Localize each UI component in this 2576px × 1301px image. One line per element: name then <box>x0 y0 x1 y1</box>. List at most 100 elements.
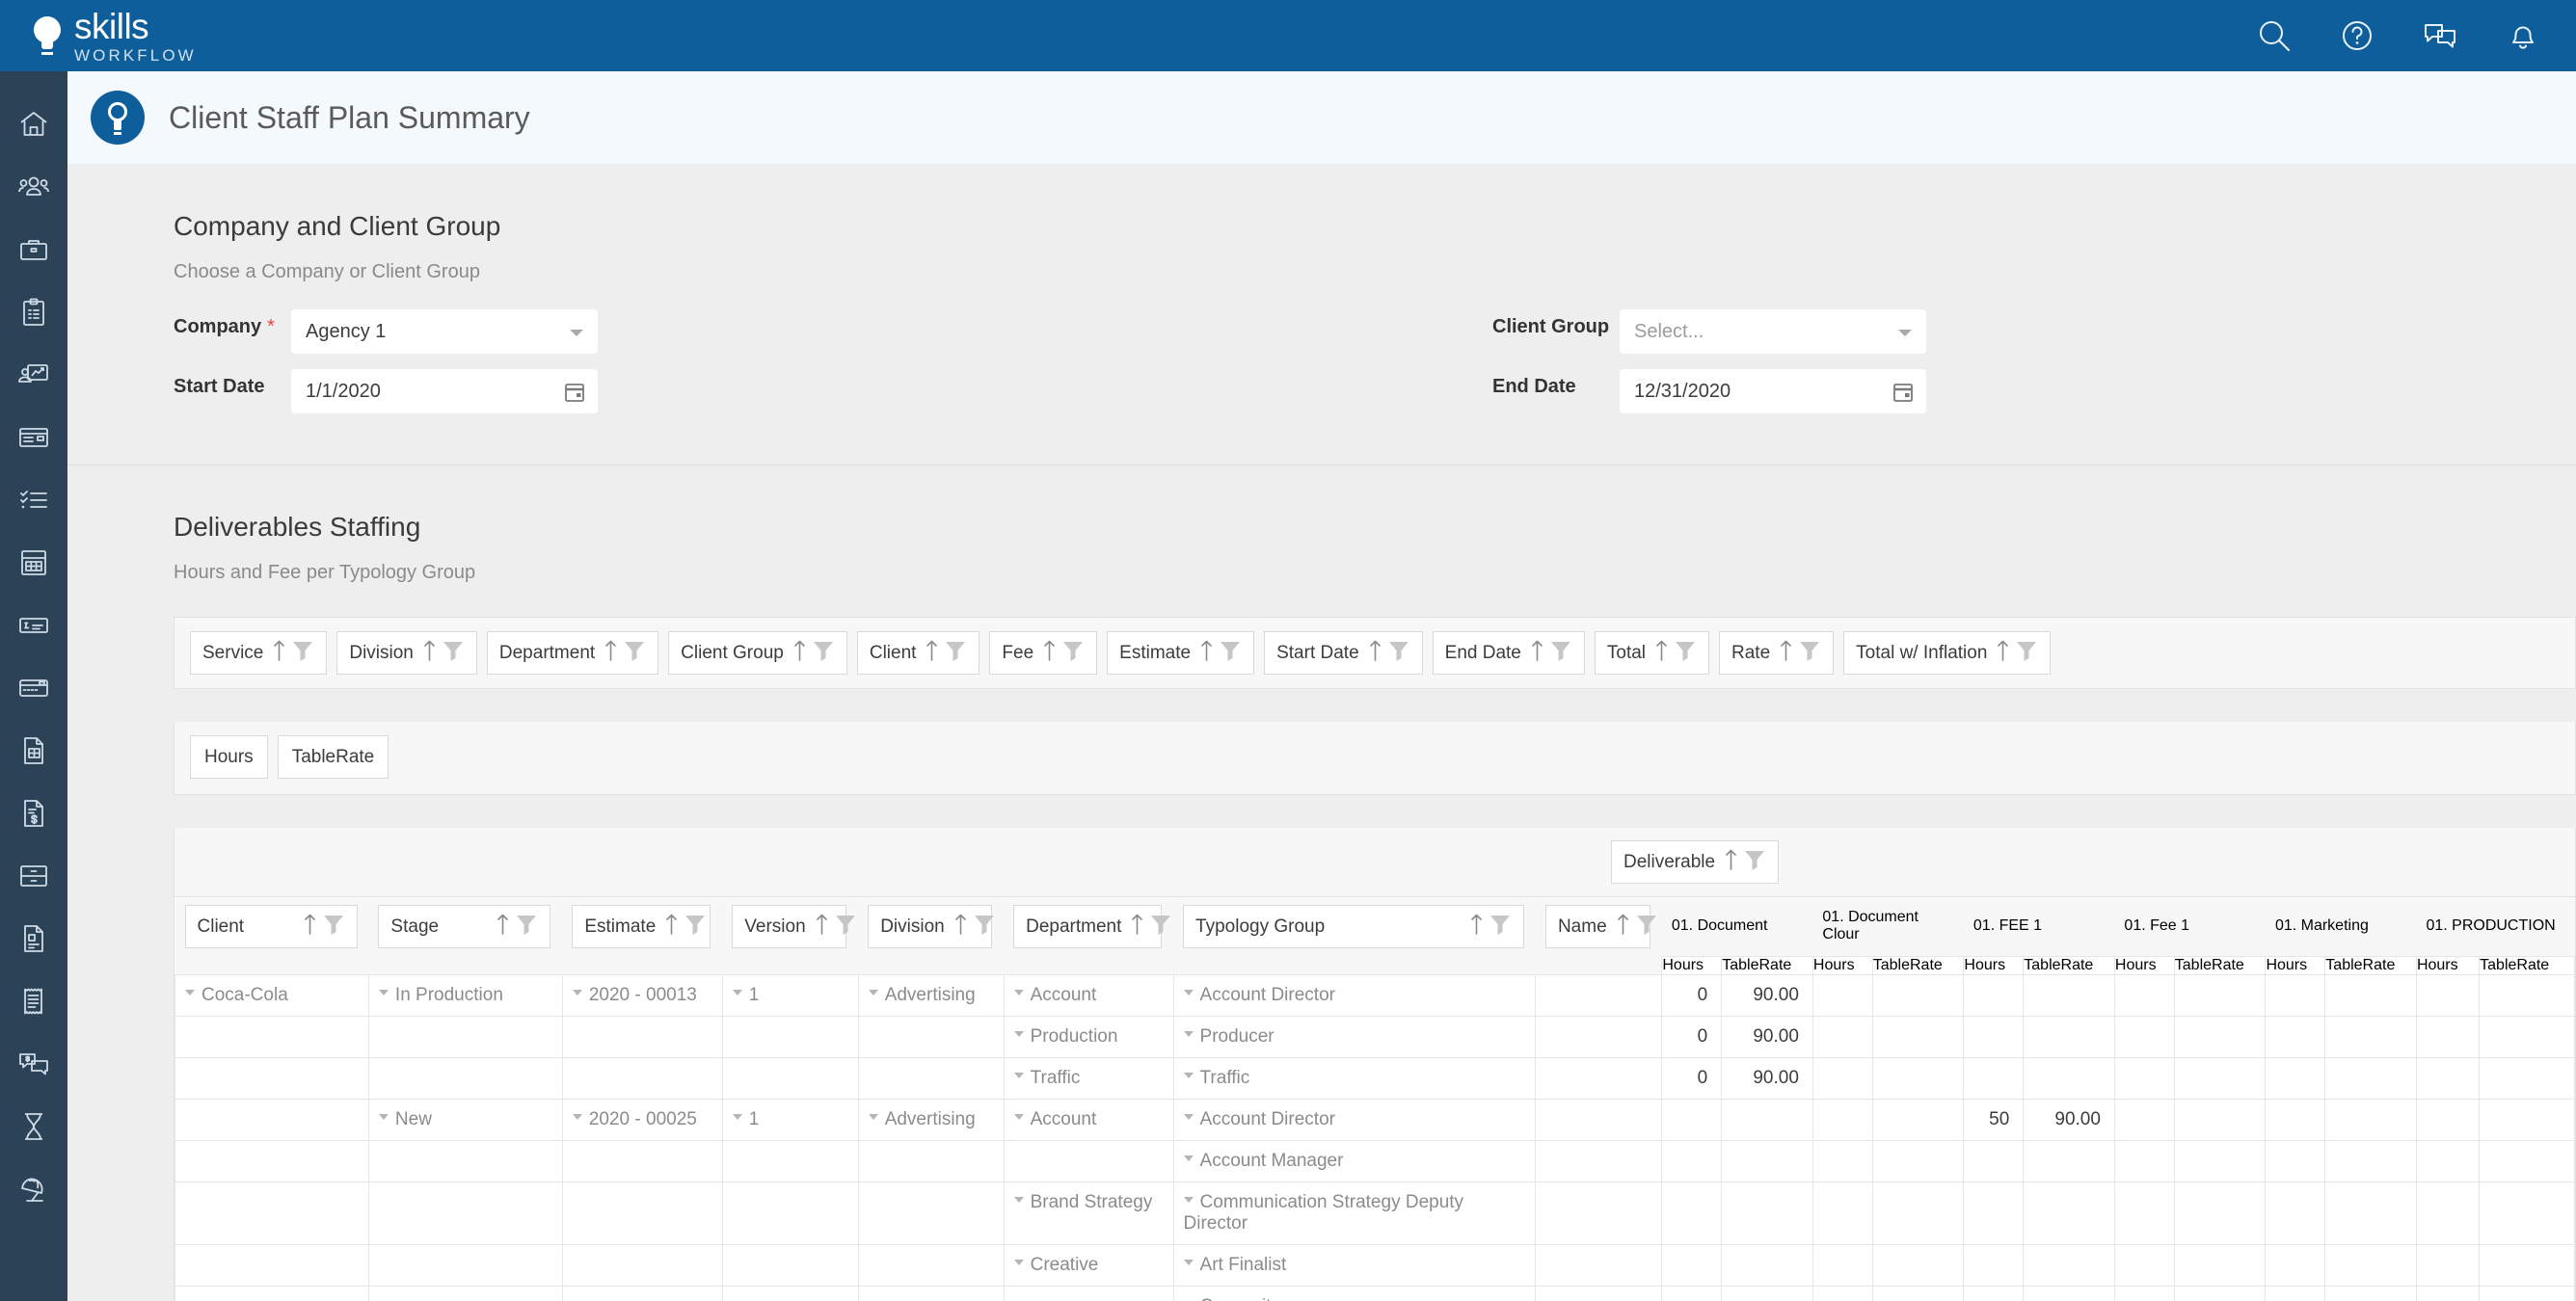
cell-estimate[interactable] <box>562 1057 722 1099</box>
cell-department[interactable]: Production <box>1004 1016 1173 1057</box>
chat-icon[interactable] <box>2422 17 2458 54</box>
help-icon[interactable] <box>2339 17 2375 54</box>
filter-icon[interactable] <box>442 639 465 668</box>
sidebar-item-people[interactable] <box>0 155 67 218</box>
cell-stage[interactable] <box>368 1057 562 1099</box>
cell-department[interactable] <box>1004 1286 1173 1301</box>
sort-ascending-icon[interactable] <box>816 913 828 942</box>
sidebar-item-archive-drawers[interactable] <box>0 844 67 907</box>
collapse-triangle-icon[interactable] <box>1184 1260 1194 1265</box>
cell-measure-value[interactable] <box>2325 1286 2417 1301</box>
bell-icon[interactable] <box>2505 17 2541 54</box>
cell-measure-value[interactable]: 90.00 <box>1722 1057 1813 1099</box>
cell-measure-value[interactable] <box>1662 1140 1722 1182</box>
cell-client[interactable] <box>175 1140 369 1182</box>
cell-division[interactable] <box>858 1244 1004 1286</box>
collapse-triangle-icon[interactable] <box>379 990 389 996</box>
cell-typology-group[interactable]: Traffic <box>1173 1057 1536 1099</box>
cell-version[interactable]: 1 <box>722 974 858 1016</box>
cell-measure-value[interactable] <box>2325 1244 2417 1286</box>
cell-typology-group[interactable]: Account Director <box>1173 974 1536 1016</box>
cell-measure-value[interactable] <box>2480 1057 2575 1099</box>
collapse-triangle-icon[interactable] <box>1014 1031 1024 1037</box>
cell-client[interactable] <box>175 1286 369 1301</box>
row-chip-client[interactable]: Client <box>185 905 358 948</box>
cell-measure-value[interactable] <box>2024 1286 2115 1301</box>
cell-measure-value[interactable] <box>2416 1244 2479 1286</box>
field-chip-total-w-inflation[interactable]: Total w/ Inflation <box>1843 631 2051 675</box>
cell-measure-value[interactable] <box>2266 1057 2325 1099</box>
field-chip-start-date[interactable]: Start Date <box>1264 631 1423 675</box>
cell-measure-value[interactable]: 0 <box>1662 974 1722 1016</box>
cell-measure-value[interactable] <box>1722 1244 1813 1286</box>
collapse-triangle-icon[interactable] <box>573 1114 582 1120</box>
cell-measure-value[interactable] <box>2174 1140 2266 1182</box>
cell-typology-group[interactable]: Communication Strategy Deputy Director <box>1173 1182 1536 1244</box>
app-logo[interactable]: skills WORKFLOW <box>33 9 197 64</box>
sidebar-item-checklist[interactable] <box>0 468 67 531</box>
cell-measure-value[interactable] <box>2024 1244 2115 1286</box>
sort-ascending-icon[interactable] <box>1369 639 1382 668</box>
filter-icon[interactable] <box>515 913 538 942</box>
sidebar-item-presentation-chart[interactable] <box>0 343 67 406</box>
cell-measure-value[interactable] <box>2325 1182 2417 1244</box>
cell-measure-value[interactable]: 0 <box>1662 1016 1722 1057</box>
cell-measure-value[interactable] <box>2174 974 2266 1016</box>
collapse-triangle-icon[interactable] <box>1014 1073 1024 1078</box>
cell-measure-value[interactable]: 90.00 <box>2024 1099 2115 1140</box>
cell-measure-value[interactable] <box>1812 1099 1872 1140</box>
cell-measure-value[interactable] <box>2480 1244 2575 1286</box>
cell-department[interactable]: Traffic <box>1004 1057 1173 1099</box>
cell-stage[interactable] <box>368 1182 562 1244</box>
sort-ascending-icon[interactable] <box>496 913 509 942</box>
cell-measure-value[interactable] <box>2174 1286 2266 1301</box>
cell-measure-value[interactable] <box>2024 1182 2115 1244</box>
cell-measure-value[interactable] <box>2174 1016 2266 1057</box>
cell-measure-value[interactable] <box>1812 1286 1872 1301</box>
cell-measure-value[interactable] <box>1722 1182 1813 1244</box>
cell-stage[interactable] <box>368 1140 562 1182</box>
cell-estimate[interactable] <box>562 1244 722 1286</box>
cell-stage[interactable] <box>368 1286 562 1301</box>
filter-icon[interactable] <box>1387 639 1410 668</box>
cell-client[interactable] <box>175 1057 369 1099</box>
cell-department[interactable]: Creative <box>1004 1244 1173 1286</box>
cell-measure-value[interactable]: 90.00 <box>1722 974 1813 1016</box>
cell-measure-value[interactable] <box>1872 1244 1964 1286</box>
field-chip-client[interactable]: Client <box>857 631 980 675</box>
cell-typology-group[interactable]: Account Director <box>1173 1099 1536 1140</box>
field-chip-fee[interactable]: Fee <box>989 631 1097 675</box>
filter-icon[interactable] <box>291 639 314 668</box>
cell-estimate[interactable]: 2020 - 00025 <box>562 1099 722 1140</box>
cell-version[interactable] <box>722 1286 858 1301</box>
field-chip-total[interactable]: Total <box>1595 631 1709 675</box>
cell-measure-value[interactable] <box>2480 1286 2575 1301</box>
cell-measure-value[interactable] <box>2416 1182 2479 1244</box>
cell-division[interactable] <box>858 1140 1004 1182</box>
cell-measure-value[interactable] <box>2114 1244 2174 1286</box>
cell-measure-value[interactable] <box>2480 1016 2575 1057</box>
collapse-triangle-icon[interactable] <box>1184 1155 1194 1161</box>
collapse-triangle-icon[interactable] <box>1014 1197 1024 1203</box>
filter-icon[interactable] <box>973 913 996 942</box>
filter-icon[interactable] <box>812 639 835 668</box>
cell-measure-value[interactable] <box>2480 974 2575 1016</box>
sort-ascending-icon[interactable] <box>665 913 678 942</box>
sort-ascending-icon[interactable] <box>273 639 285 668</box>
filter-icon[interactable] <box>834 913 857 942</box>
cell-measure-value[interactable] <box>1662 1182 1722 1244</box>
cell-measure-value[interactable] <box>2416 1140 2479 1182</box>
cell-measure-value[interactable] <box>2024 974 2115 1016</box>
cell-department[interactable]: Brand Strategy <box>1004 1182 1173 1244</box>
cell-measure-value[interactable]: 50 <box>1964 1099 2024 1140</box>
cell-typology-group[interactable]: Copywriter <box>1173 1286 1536 1301</box>
cell-measure-value[interactable] <box>1812 1182 1872 1244</box>
cell-measure-value[interactable] <box>1812 974 1872 1016</box>
sort-ascending-icon[interactable] <box>1200 639 1213 668</box>
collapse-triangle-icon[interactable] <box>1184 1031 1194 1037</box>
cell-measure-value[interactable] <box>2174 1099 2266 1140</box>
cell-measure-value[interactable] <box>2114 1099 2174 1140</box>
cell-stage[interactable] <box>368 1016 562 1057</box>
cell-measure-value[interactable] <box>1872 1182 1964 1244</box>
cell-version[interactable] <box>722 1244 858 1286</box>
